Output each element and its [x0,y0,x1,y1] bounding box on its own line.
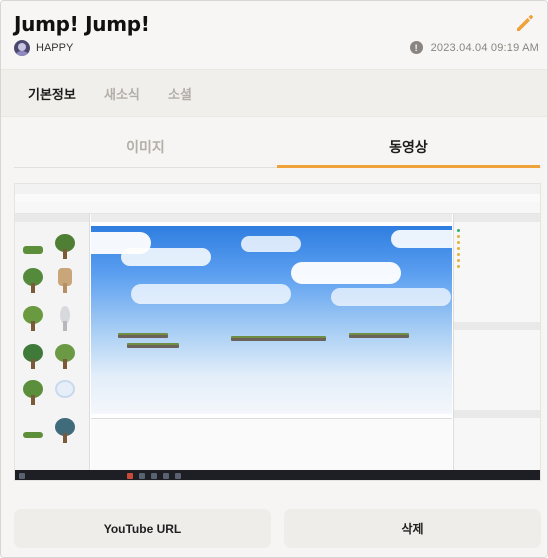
workspace-header [454,214,540,222]
tab-basic-info[interactable]: 기본정보 [28,84,76,103]
tree-asset [21,306,45,332]
author-info: HAPPY [14,39,73,57]
post-meta: ! 2023.04.04 09:19 AM [409,41,539,54]
video-thumbnail[interactable] [14,183,541,481]
editor-toolbar [15,202,540,214]
tree-asset [21,418,45,444]
post-date: 2023.04.04 09:19 AM [430,41,539,54]
media-section: 이미지 동영상 YouTube URL 삭제 [1,117,547,557]
tree-asset [53,344,77,370]
os-taskbar [15,470,540,480]
tab-news[interactable]: 새소식 [104,84,140,103]
info-icon: ! [409,41,423,54]
tree-asset [53,268,77,294]
pencil-icon[interactable] [513,11,537,35]
tree-asset [21,268,45,294]
platform [127,343,179,348]
delete-button[interactable]: 삭제 [284,509,541,548]
asset-panel-header [15,214,89,222]
platform [349,333,409,338]
scene-sky [91,226,452,414]
tree-asset [21,236,45,262]
tree-asset [53,306,77,332]
tab-videos[interactable]: 동영상 [277,133,540,168]
post-title: Jump! Jump! [14,12,150,36]
platform [118,333,168,338]
media-tabs: 이미지 동영상 [14,133,541,168]
editor-workspace-panel [453,214,540,470]
editor-console [91,418,452,470]
post-header: Jump! Jump! HAPPY ! 2023.04.04 09:19 AM [1,1,547,69]
tree-asset [21,380,45,406]
editor-scene-view [91,214,452,470]
tree-asset [21,344,45,370]
author-name: HAPPY [36,42,74,54]
post-detail-panel: Jump! Jump! HAPPY ! 2023.04.04 09:19 AM … [0,0,548,558]
editor-menubar [15,194,540,202]
platform [231,336,326,341]
tree-asset [53,418,77,444]
youtube-url-button[interactable]: YouTube URL [14,509,271,548]
tree-asset [53,234,77,260]
tab-images[interactable]: 이미지 [14,133,277,168]
scene-tabs [91,214,452,222]
avatar [14,40,30,56]
main-tabs: 기본정보 새소식 소셜 [1,69,547,117]
tab-social[interactable]: 소셜 [168,84,192,103]
tree-asset [53,380,77,406]
editor-asset-panel [15,214,90,470]
editor-titlebar [15,184,540,194]
